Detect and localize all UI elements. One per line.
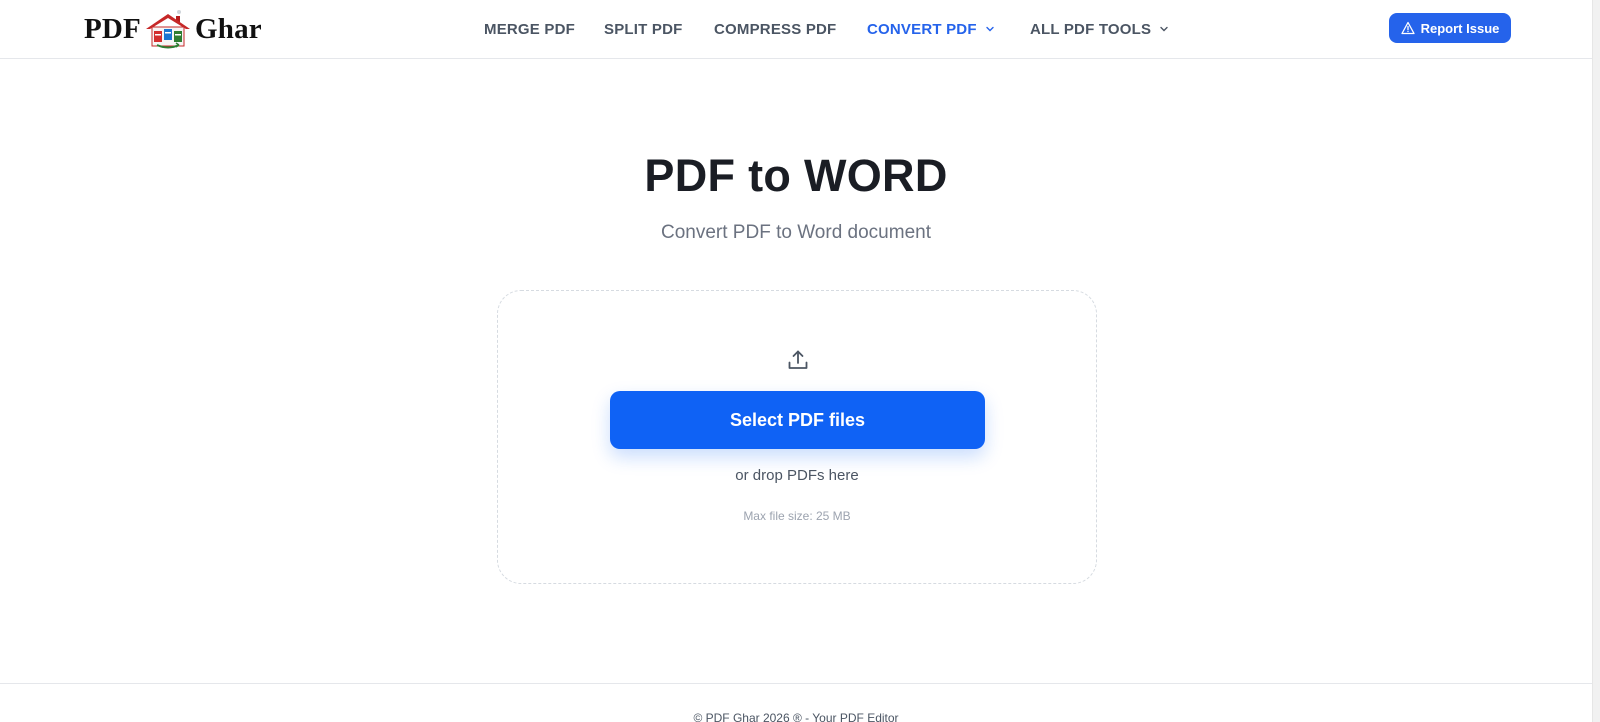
report-issue-label: Report Issue: [1420, 20, 1500, 36]
nav-merge-pdf[interactable]: MERGE PDF: [484, 17, 575, 41]
nav-label: MERGE PDF: [484, 20, 575, 38]
chevron-down-icon: [1160, 26, 1168, 32]
nav-label: COMPRESS PDF: [714, 20, 837, 38]
report-issue-button[interactable]: Report Issue: [1389, 13, 1511, 43]
warning-triangle-icon: [1400, 21, 1415, 35]
file-dropzone[interactable]: Select PDF files or drop PDFs here Max f…: [497, 290, 1097, 584]
page-title: PDF to WORD: [644, 150, 948, 201]
max-file-size: Max file size: 25 MB: [743, 509, 851, 523]
nav-convert-pdf[interactable]: CONVERT PDF: [867, 17, 995, 41]
drop-hint: or drop PDFs here: [735, 467, 859, 484]
nav-label: CONVERT PDF: [867, 20, 977, 38]
select-pdf-files-button[interactable]: Select PDF files: [610, 391, 985, 449]
nav-split-pdf[interactable]: SPLIT PDF: [604, 17, 682, 41]
footer-copyright: © PDF Ghar 2026 ® - Your PDF Editor: [693, 711, 899, 722]
nav-label: ALL PDF TOOLS: [1030, 20, 1152, 38]
chevron-down-icon: [986, 26, 994, 32]
main-nav: MERGE PDF SPLIT PDF COMPRESS PDF CONVERT…: [0, 17, 1592, 41]
nav-label: SPLIT PDF: [604, 20, 683, 38]
nav-all-pdf-tools[interactable]: ALL PDF TOOLS: [1030, 17, 1169, 41]
vertical-scrollbar[interactable]: [1592, 0, 1600, 722]
nav-compress-pdf[interactable]: COMPRESS PDF: [714, 17, 836, 41]
top-header: PDF Ghar MERGE PDF SPLIT PDF COMPRESS PD…: [0, 0, 1592, 59]
page-subtitle: Convert PDF to Word document: [661, 222, 931, 243]
upload-icon: [788, 350, 808, 369]
page-footer: © PDF Ghar 2026 ® - Your PDF Editor: [0, 683, 1592, 722]
